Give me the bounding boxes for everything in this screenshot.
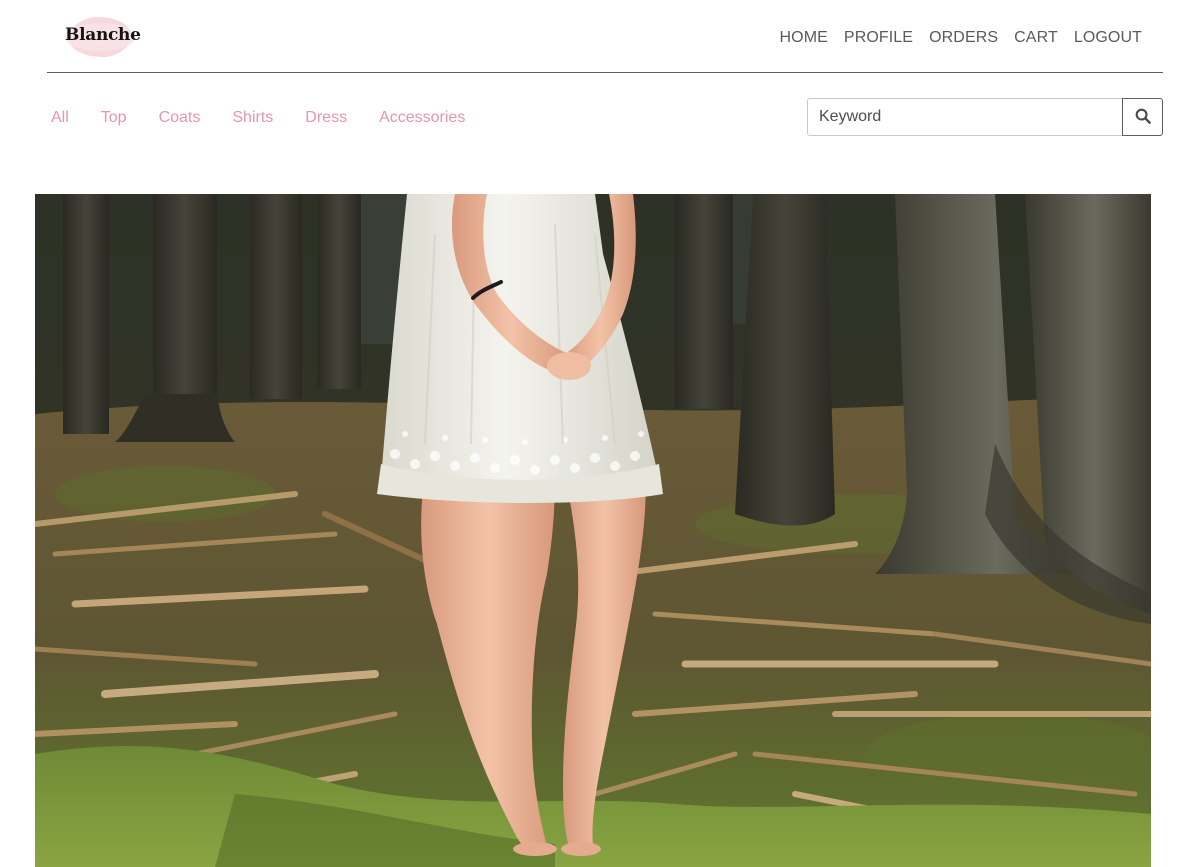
nav-cart-link[interactable]: CART (1014, 28, 1058, 48)
search-button[interactable] (1122, 98, 1163, 136)
navbar: Blanche ····· HOME PROFILE ORDERS CART L… (47, 0, 1163, 73)
brand-logo[interactable]: Blanche ····· (61, 14, 141, 60)
logo-tagline-mark: ····· (97, 45, 103, 49)
category-dress-link[interactable]: Dress (305, 108, 347, 128)
category-nav: All Top Coats Shirts Dress Accessories (51, 108, 465, 128)
main-nav: HOME PROFILE ORDERS CART LOGOUT (780, 28, 1142, 48)
nav-logout-link[interactable]: LOGOUT (1074, 28, 1142, 48)
category-all-link[interactable]: All (51, 108, 69, 128)
nav-profile-link[interactable]: PROFILE (844, 28, 913, 48)
nav-home-link[interactable]: HOME (780, 28, 828, 48)
page: Blanche ····· HOME PROFILE ORDERS CART L… (0, 0, 1180, 867)
hero-image (35, 194, 1151, 867)
brand-name: Blanche (65, 25, 141, 45)
category-accessories-link[interactable]: Accessories (379, 108, 465, 128)
search-form (807, 98, 1163, 136)
category-top-link[interactable]: Top (101, 108, 127, 128)
search-icon (1135, 108, 1151, 127)
category-coats-link[interactable]: Coats (159, 108, 201, 128)
nav-orders-link[interactable]: ORDERS (929, 28, 998, 48)
category-shirts-link[interactable]: Shirts (232, 108, 273, 128)
search-input[interactable] (807, 98, 1122, 136)
